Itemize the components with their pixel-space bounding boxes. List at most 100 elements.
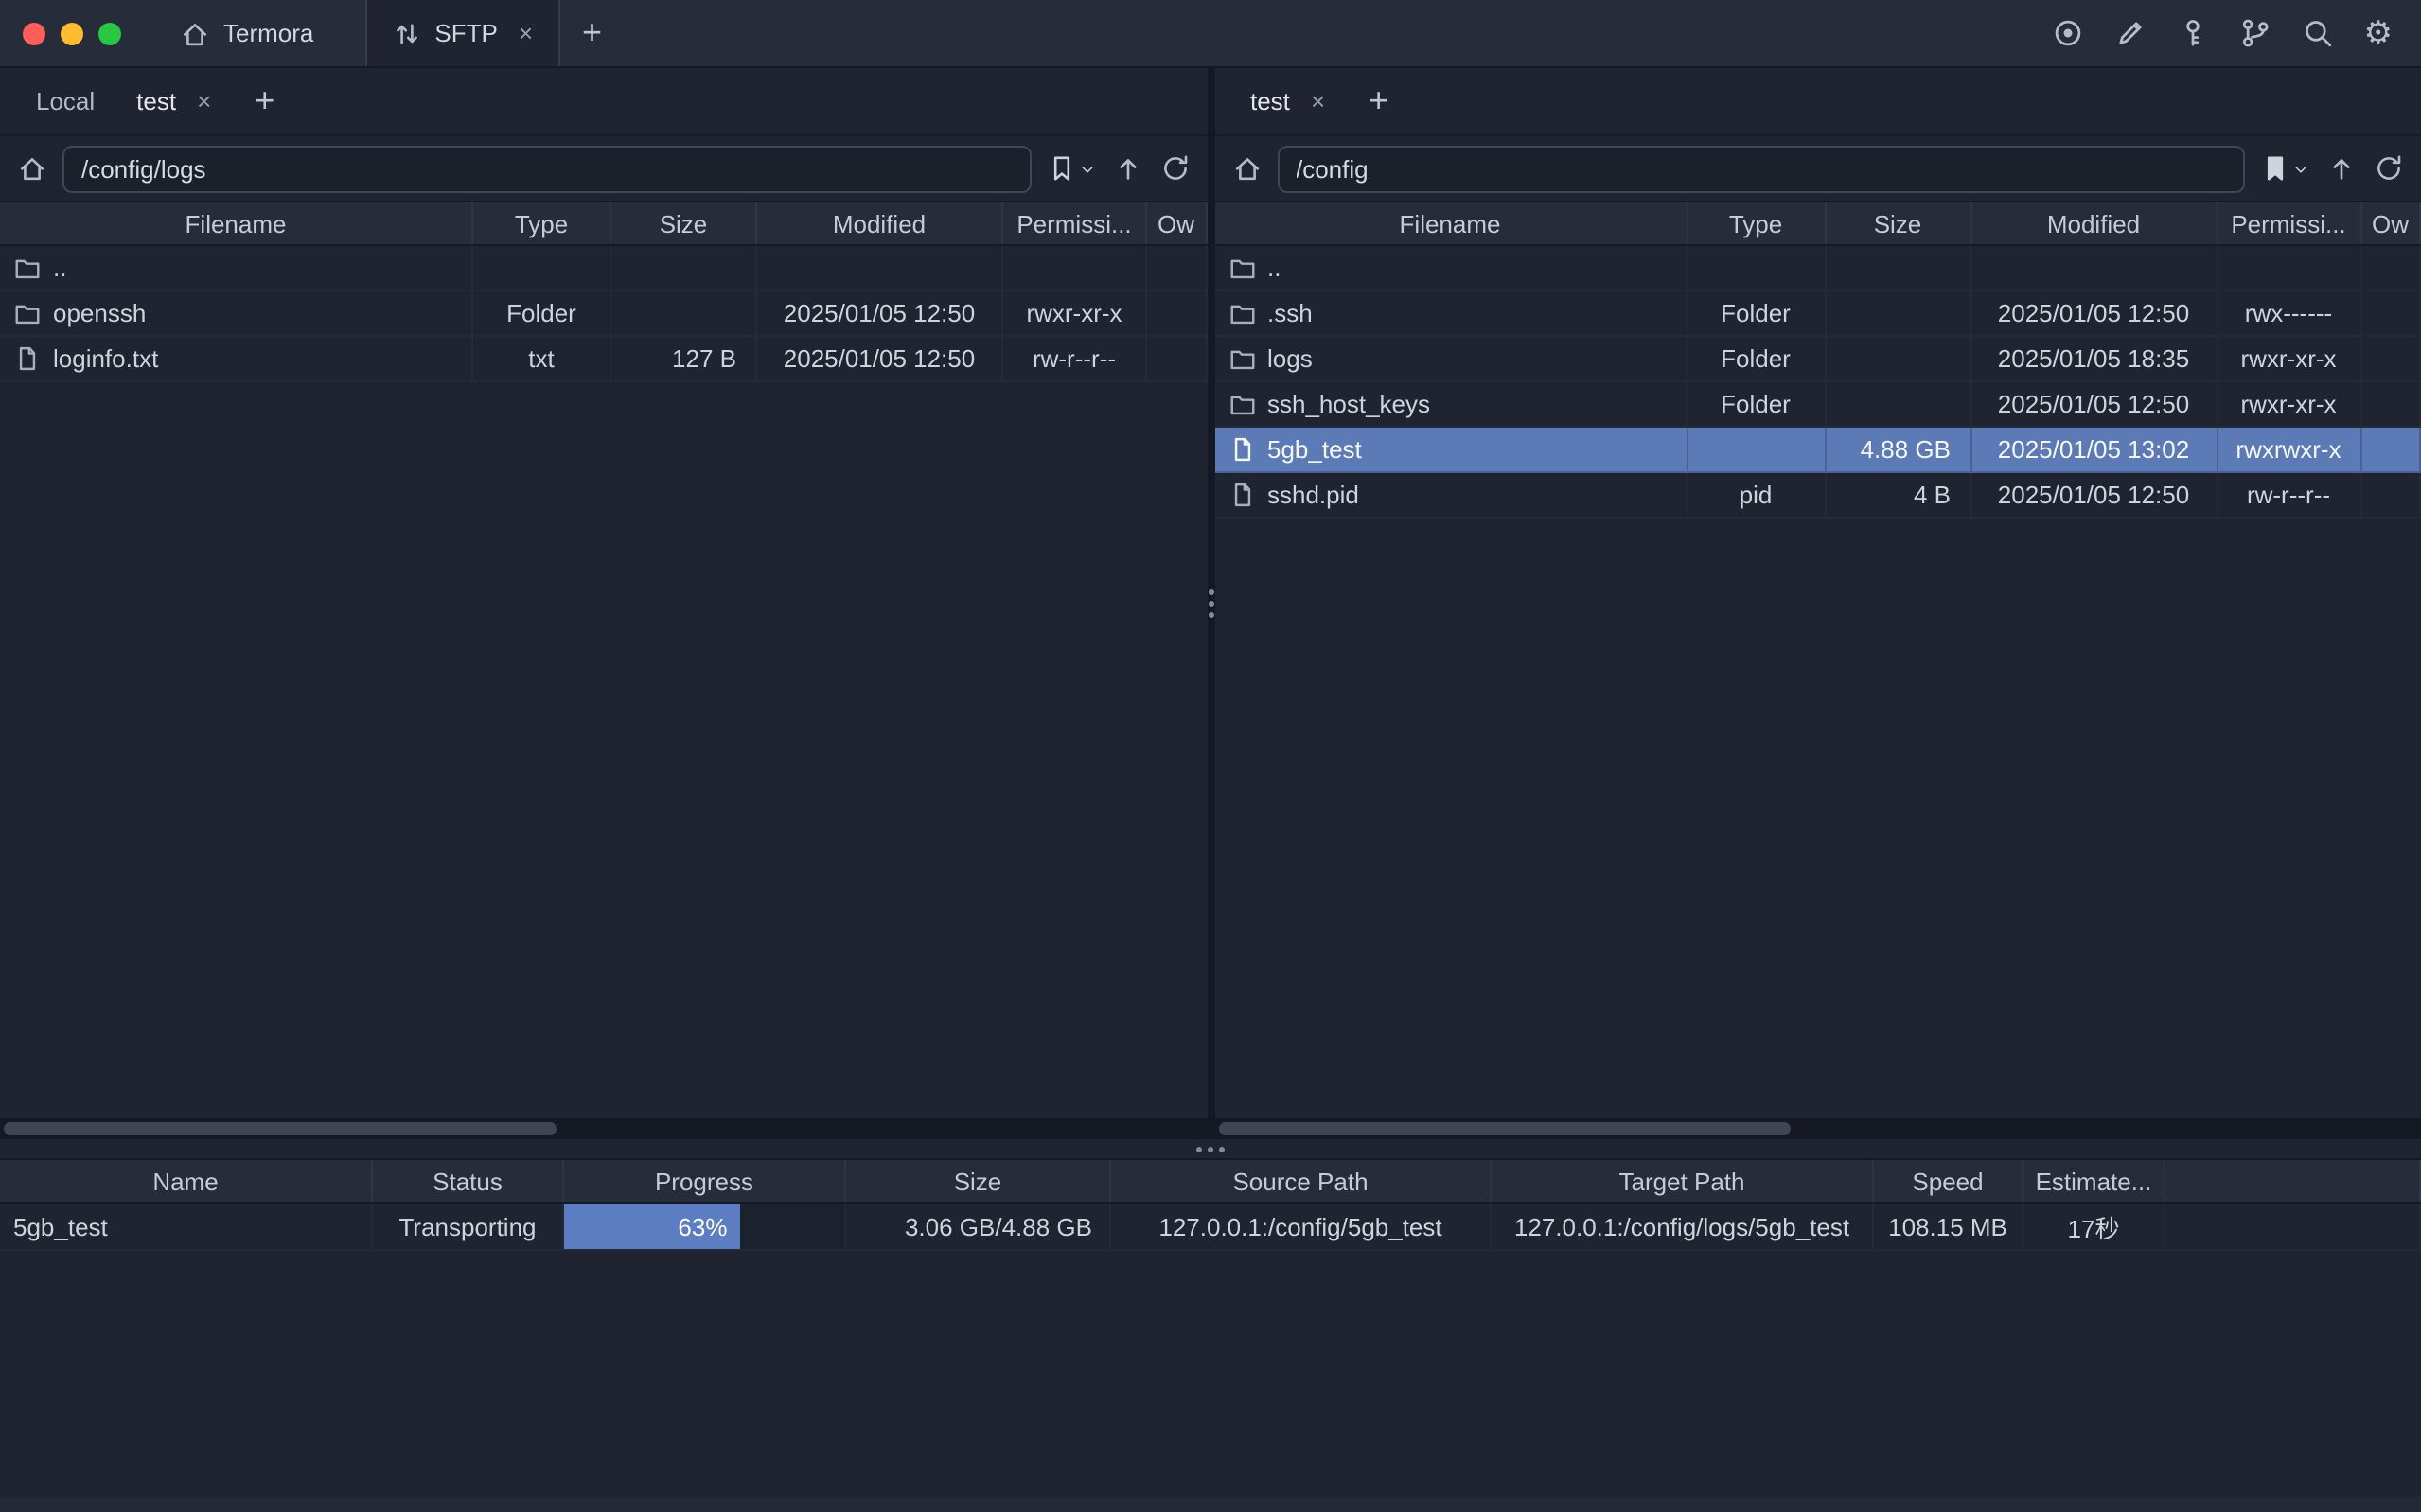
cell-size bbox=[1826, 337, 1971, 382]
up-directory-button[interactable] bbox=[2326, 153, 2357, 184]
file-row-logs[interactable]: logs Folder 2025/01/05 18:35 rwxr-xr-x bbox=[1214, 337, 2421, 382]
cell-permissions: rwxr-xr-x bbox=[2218, 382, 2361, 428]
cell-progress: 63% bbox=[564, 1204, 846, 1251]
tab-sftp[interactable]: SFTP × bbox=[364, 0, 559, 66]
refresh-icon bbox=[2374, 153, 2404, 184]
cell-status: Transporting bbox=[373, 1204, 564, 1251]
home-button[interactable] bbox=[1231, 153, 1262, 184]
close-icon[interactable]: × bbox=[1311, 89, 1325, 114]
cell-modified: 2025/01/05 18:35 bbox=[1971, 337, 2218, 382]
col-permissions[interactable]: Permissi... bbox=[2218, 202, 2361, 244]
key-icon bbox=[2177, 17, 2209, 49]
pane-splitter[interactable] bbox=[1207, 68, 1214, 1139]
col-size[interactable]: Size bbox=[1826, 202, 1971, 244]
file-row-sshd-pid[interactable]: sshd.pid pid 4 B 2025/01/05 12:50 rw-r--… bbox=[1214, 473, 2421, 519]
refresh-button[interactable] bbox=[2374, 153, 2404, 184]
close-tab-icon[interactable]: × bbox=[519, 21, 533, 45]
edit-icon bbox=[2114, 17, 2147, 49]
col-owner[interactable]: Ow bbox=[1147, 202, 1207, 244]
new-app-tab-button[interactable]: + bbox=[559, 0, 625, 66]
file-icon bbox=[13, 344, 42, 373]
close-icon[interactable]: × bbox=[197, 89, 211, 114]
col-speed[interactable]: Speed bbox=[1874, 1160, 2023, 1202]
cell-owner bbox=[2361, 428, 2421, 473]
bookmark-button[interactable] bbox=[2260, 153, 2309, 184]
home-button[interactable] bbox=[17, 153, 47, 184]
bookmark-icon bbox=[2260, 153, 2290, 184]
file-row-loginfo[interactable]: loginfo.txt txt 127 B 2025/01/05 12:50 r… bbox=[0, 337, 1207, 382]
file-row-openssh[interactable]: openssh Folder 2025/01/05 12:50 rwxr-xr-… bbox=[0, 291, 1207, 337]
keys-button[interactable] bbox=[2177, 17, 2209, 49]
right-new-tab-button[interactable]: + bbox=[1346, 81, 1411, 121]
col-owner[interactable]: Ow bbox=[2361, 202, 2421, 244]
bookmark-button[interactable] bbox=[1046, 153, 1095, 184]
cell-target-path: 127.0.0.1:/config/logs/5gb_test bbox=[1492, 1204, 1874, 1251]
up-directory-button[interactable] bbox=[1112, 153, 1142, 184]
cell-modified: 2025/01/05 12:50 bbox=[1971, 473, 2218, 519]
file-row-ssh-host-keys[interactable]: ssh_host_keys Folder 2025/01/05 12:50 rw… bbox=[1214, 382, 2421, 428]
edit-button[interactable] bbox=[2114, 17, 2147, 49]
titlebar-actions: ⚙ bbox=[2052, 0, 2421, 66]
col-target-path[interactable]: Target Path bbox=[1492, 1160, 1874, 1202]
cell-permissions: rwxr-xr-x bbox=[1003, 291, 1147, 337]
file-row-parent[interactable]: .. bbox=[1214, 246, 2421, 291]
col-permissions[interactable]: Permissi... bbox=[1003, 202, 1147, 244]
cell-permissions: rwx------ bbox=[2218, 291, 2361, 337]
col-type[interactable]: Type bbox=[473, 202, 611, 244]
right-path-input[interactable] bbox=[1277, 145, 2245, 192]
tab-test-left[interactable]: test × bbox=[115, 68, 232, 134]
col-source-path[interactable]: Source Path bbox=[1111, 1160, 1492, 1202]
col-progress[interactable]: Progress bbox=[564, 1160, 846, 1202]
home-icon bbox=[1231, 153, 1262, 184]
transfer-row-5gb-test[interactable]: 5gb_test Transporting 63% 3.06 GB/4.88 G… bbox=[0, 1204, 2421, 1251]
file-row-5gb-test-selected[interactable]: 5gb_test 4.88 GB 2025/01/05 13:02 rwxrwx… bbox=[1214, 428, 2421, 473]
transfer-panel: Name Status Progress Size Source Path Ta… bbox=[0, 1158, 2421, 1251]
cell-owner bbox=[2361, 473, 2421, 519]
scrollbar-thumb[interactable] bbox=[1218, 1122, 1790, 1135]
left-new-tab-button[interactable]: + bbox=[232, 81, 297, 121]
settings-button[interactable]: ⚙ bbox=[2364, 17, 2394, 49]
cell-type: txt bbox=[473, 337, 611, 382]
cell-size bbox=[1826, 291, 1971, 337]
right-horizontal-scrollbar[interactable] bbox=[1214, 1118, 2421, 1139]
cell-permissions: rwxrwxr-x bbox=[2218, 428, 2361, 473]
col-size[interactable]: Size bbox=[846, 1160, 1111, 1202]
cell-type: Folder bbox=[473, 291, 611, 337]
cell-size bbox=[611, 246, 757, 291]
col-name[interactable]: Name bbox=[0, 1160, 373, 1202]
file-row-parent[interactable]: .. bbox=[0, 246, 1207, 291]
record-button[interactable] bbox=[2052, 17, 2084, 49]
col-type[interactable]: Type bbox=[1688, 202, 1826, 244]
cell-size: 4.88 GB bbox=[1826, 428, 1971, 473]
right-file-table-header: Filename Type Size Modified Permissi... … bbox=[1214, 201, 2421, 246]
cell-type: Folder bbox=[1688, 337, 1826, 382]
cell-owner bbox=[2361, 246, 2421, 291]
transfer-panel-splitter[interactable] bbox=[0, 1139, 2421, 1158]
refresh-button[interactable] bbox=[1159, 153, 1190, 184]
cell-estimate: 17秒 bbox=[2023, 1204, 2165, 1251]
cell-modified: 2025/01/05 13:02 bbox=[1971, 428, 2218, 473]
left-horizontal-scrollbar[interactable] bbox=[0, 1118, 1207, 1139]
tab-termora-label: Termora bbox=[223, 19, 313, 47]
col-filename[interactable]: Filename bbox=[0, 202, 473, 244]
col-size[interactable]: Size bbox=[611, 202, 757, 244]
scrollbar-thumb[interactable] bbox=[4, 1122, 557, 1135]
plus-icon: + bbox=[582, 13, 602, 53]
col-status[interactable]: Status bbox=[373, 1160, 564, 1202]
col-filename[interactable]: Filename bbox=[1214, 202, 1688, 244]
file-row-ssh[interactable]: .ssh Folder 2025/01/05 12:50 rwx------ bbox=[1214, 291, 2421, 337]
cell-type: Folder bbox=[1688, 291, 1826, 337]
close-window-button[interactable] bbox=[23, 22, 45, 44]
tab-local[interactable]: Local bbox=[15, 68, 115, 134]
minimize-window-button[interactable] bbox=[61, 22, 83, 44]
branch-button[interactable] bbox=[2239, 17, 2271, 49]
tab-termora[interactable]: Termora bbox=[155, 0, 338, 66]
col-modified[interactable]: Modified bbox=[757, 202, 1003, 244]
tab-test-right[interactable]: test × bbox=[1229, 68, 1346, 134]
search-button[interactable] bbox=[2302, 17, 2334, 49]
col-modified[interactable]: Modified bbox=[1971, 202, 2218, 244]
col-filler bbox=[2165, 1160, 2421, 1202]
zoom-window-button[interactable] bbox=[98, 22, 121, 44]
left-path-input[interactable] bbox=[62, 145, 1031, 192]
col-estimate[interactable]: Estimate... bbox=[2023, 1160, 2165, 1202]
